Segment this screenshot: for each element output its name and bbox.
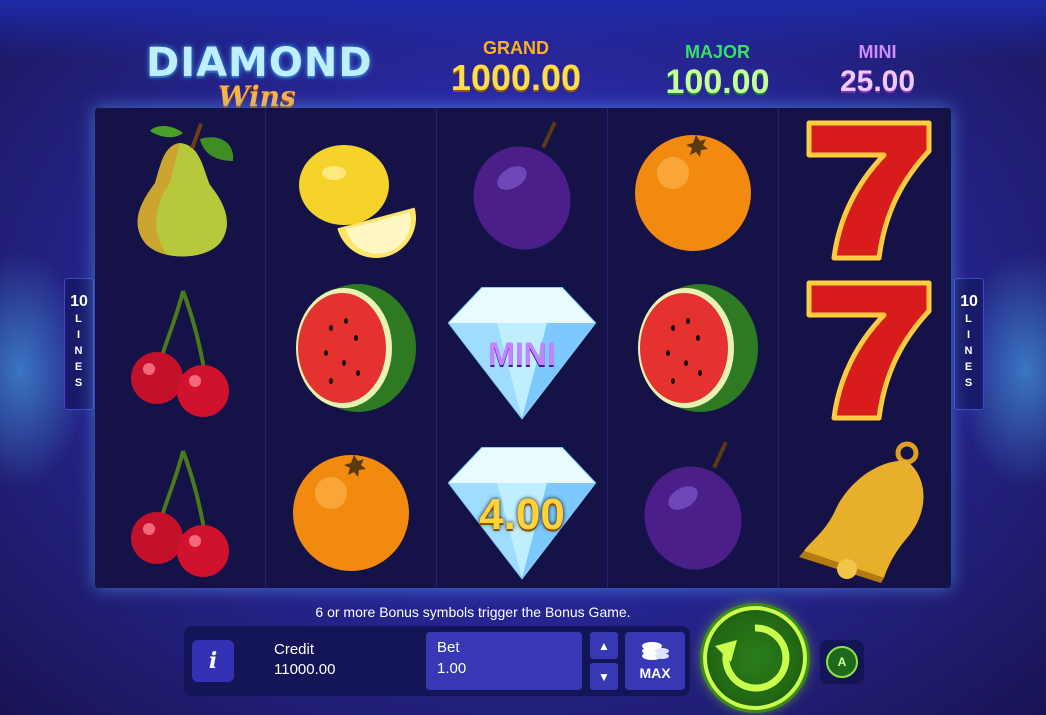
- spin-arrow-icon: [715, 624, 790, 692]
- reel-3: MINI 4.00: [437, 108, 608, 588]
- jackpot-major-value: 100.00: [665, 63, 770, 101]
- arrow-down-icon: ▼: [598, 669, 610, 684]
- lemon-icon: [299, 145, 416, 258]
- lines-count: 10: [960, 293, 978, 310]
- jackpot-grand: GRAND 1000.00: [436, 38, 596, 97]
- symbol-lemon: [266, 108, 436, 268]
- jackpot-major: MAJOR 100.00: [655, 42, 780, 101]
- lines-letter: I: [76, 329, 82, 341]
- diamond-value-label: 4.00: [479, 490, 565, 539]
- symbol-seven: [779, 268, 949, 428]
- arrow-up-icon: ▲: [598, 638, 610, 653]
- watermelon-icon: [296, 284, 416, 412]
- symbol-orange: [608, 108, 778, 268]
- autoplay-icon: A: [826, 646, 858, 678]
- bet-label: Bet: [437, 639, 460, 656]
- orange-icon: [635, 135, 751, 251]
- jackpot-grand-label: GRAND: [483, 38, 549, 58]
- seven-icon: [806, 120, 932, 261]
- lines-letter: E: [74, 361, 84, 373]
- reel-2: [266, 108, 437, 588]
- lines-letter: S: [964, 377, 974, 389]
- lines-letter: L: [965, 313, 973, 325]
- cherries-icon: [131, 450, 229, 577]
- lines-letter: N: [74, 345, 84, 357]
- jackpot-mini: MINI 25.00: [830, 42, 925, 101]
- pear-icon: [137, 123, 234, 257]
- max-bet-button[interactable]: MAX: [625, 632, 685, 690]
- cherries-icon: [131, 290, 229, 417]
- symbol-pear: [95, 108, 265, 268]
- max-label: MAX: [639, 665, 671, 681]
- spin-button[interactable]: [703, 606, 807, 710]
- bet-value: 1.00: [437, 660, 467, 677]
- lines-count: 10: [70, 293, 88, 310]
- symbol-bell: [779, 428, 949, 588]
- reel-area: MINI 4.00: [95, 108, 951, 588]
- autoplay-button[interactable]: A: [820, 640, 864, 684]
- lines-indicator-right: 10 L I N E S: [954, 278, 984, 410]
- lines-letter: I: [966, 329, 972, 341]
- autoplay-label: A: [837, 655, 847, 669]
- jackpot-mini-label: MINI: [858, 42, 897, 62]
- orange-icon: [293, 455, 409, 571]
- lines-indicator-left: 10 L I N E S: [64, 278, 94, 410]
- plum-icon: [473, 121, 571, 250]
- plum-icon: [644, 441, 742, 570]
- credit-value: 11000.00: [274, 661, 336, 678]
- symbol-watermelon: [266, 268, 436, 428]
- diamond-mini-label: MINI: [488, 336, 556, 372]
- credit-label: Credit: [274, 641, 315, 658]
- bet-increase-button[interactable]: ▲: [590, 632, 618, 659]
- jackpot-major-label: MAJOR: [684, 42, 750, 62]
- watermelon-icon: [638, 284, 758, 412]
- reel-4: [608, 108, 779, 588]
- symbol-orange: [266, 428, 436, 588]
- coin-stack-icon: [642, 642, 669, 660]
- lines-letter: L: [75, 313, 83, 325]
- info-button[interactable]: i: [192, 640, 234, 682]
- seven-icon: [806, 280, 932, 421]
- reel-5: [779, 108, 949, 588]
- lines-letter: S: [74, 377, 84, 389]
- symbol-seven: [779, 108, 949, 268]
- symbol-plum: [608, 428, 778, 588]
- jackpot-mini-value: 25.00: [839, 65, 916, 98]
- symbol-cherries: [95, 268, 265, 428]
- lines-letter: N: [964, 345, 974, 357]
- jackpot-grand-value: 1000.00: [450, 57, 582, 98]
- bet-decrease-button[interactable]: ▼: [590, 663, 618, 690]
- reel-1: [95, 108, 266, 588]
- symbol-watermelon: [608, 268, 778, 428]
- bonus-message: 6 or more Bonus symbols trigger the Bonu…: [315, 604, 631, 620]
- bell-icon: [799, 441, 924, 583]
- symbol-cherries: [95, 428, 265, 588]
- lines-letter: E: [964, 361, 974, 373]
- symbol-plum: [437, 108, 607, 268]
